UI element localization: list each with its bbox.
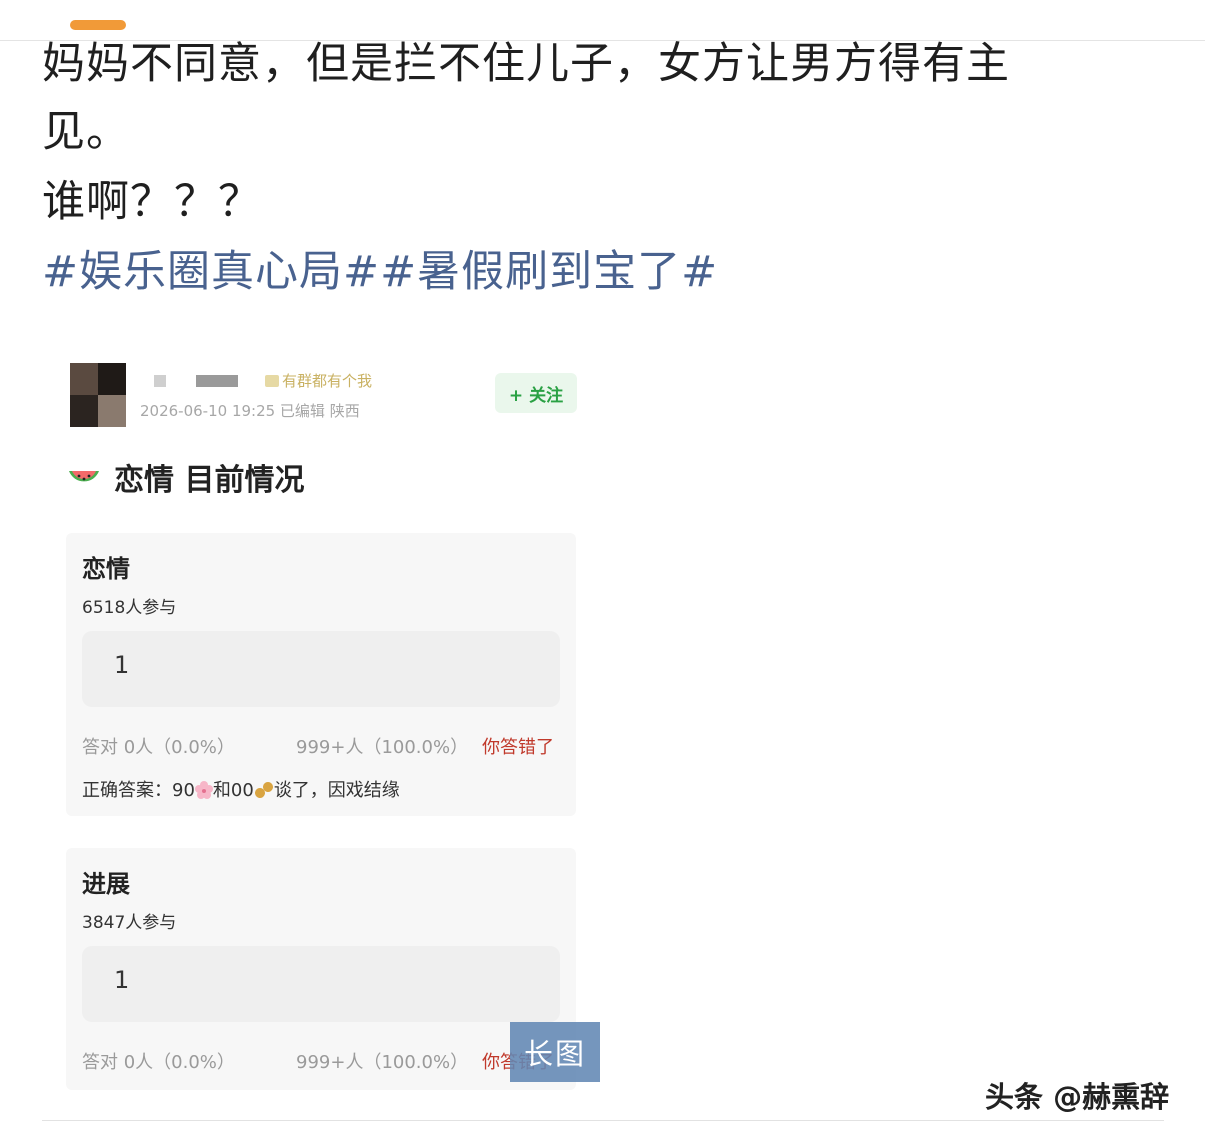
post-text-line-1: 妈妈不同意，但是拦不住儿子，女方让男方得有主 <box>42 39 1010 89</box>
post-meta: 2026-06-10 19:25 已编辑 陕西 <box>140 402 360 420</box>
watermark: 头条 @赫熏辞 <box>985 1080 1170 1114</box>
correct-stat: 答对 0人（0.0%） <box>82 737 235 758</box>
quiz-title: 恋情 <box>82 555 130 583</box>
embedded-screenshot[interactable]: 有群都有个我 2026-06-10 19:25 已编辑 陕西 + 关注 恋情 目… <box>40 330 610 1090</box>
quiz-card: 进展 3847人参与 1 答对 0人（0.0%） 999+人（100.0%） 你… <box>66 848 576 1090</box>
hashtag-link[interactable]: #娱乐圈真心局# <box>42 247 380 297</box>
badge-icon <box>265 375 279 387</box>
topic-header: 恋情 目前情况 <box>66 455 304 499</box>
blurred-username <box>154 375 166 387</box>
peanut-icon <box>254 782 273 798</box>
option-label: 1 <box>114 966 130 994</box>
result-wrong: 你答错了 <box>482 737 554 758</box>
topic-title: 恋情 目前情况 <box>114 463 305 498</box>
other-stat: 999+人（100.0%） <box>296 737 469 758</box>
long-image-badge[interactable]: 长图 <box>510 1022 600 1082</box>
divider <box>42 1120 1164 1121</box>
correct-stat: 答对 0人（0.0%） <box>82 1052 235 1073</box>
answer-mid: 和00 <box>212 780 254 801</box>
other-stat: 999+人（100.0%） <box>296 1052 469 1073</box>
answer-prefix: 正确答案：90 <box>82 780 195 801</box>
participant-count: 6518人参与 <box>82 598 177 618</box>
answer-suffix: 谈了，因戏结缘 <box>273 780 400 801</box>
quiz-card: 恋情 6518人参与 1 答对 0人（0.0%） 999+人（100.0%） 你… <box>66 533 576 816</box>
hashtag-link[interactable]: #暑假刷到宝了# <box>380 247 718 297</box>
watermelon-icon <box>69 471 99 482</box>
cherry-blossom-icon <box>194 781 213 799</box>
option-label: 1 <box>114 651 130 679</box>
post-text-line-3: 谁啊？？？ <box>42 177 262 227</box>
quiz-title: 进展 <box>82 870 130 898</box>
active-tab-indicator <box>70 20 126 30</box>
quiz-option[interactable]: 1 <box>82 946 560 1022</box>
participant-count: 3847人参与 <box>82 913 177 933</box>
post-text-line-2: 见。 <box>42 107 130 157</box>
badge-label: 有群都有个我 <box>282 372 373 390</box>
hashtag-row: #娱乐圈真心局##暑假刷到宝了# <box>42 240 718 304</box>
correct-answer: 正确答案：90 和00 谈了，因戏结缘 <box>82 776 400 802</box>
blurred-username <box>196 375 238 387</box>
avatar[interactable] <box>70 363 126 427</box>
quiz-option[interactable]: 1 <box>82 631 560 707</box>
user-badge: 有群都有个我 <box>265 370 372 391</box>
follow-button[interactable]: + 关注 <box>495 373 577 413</box>
